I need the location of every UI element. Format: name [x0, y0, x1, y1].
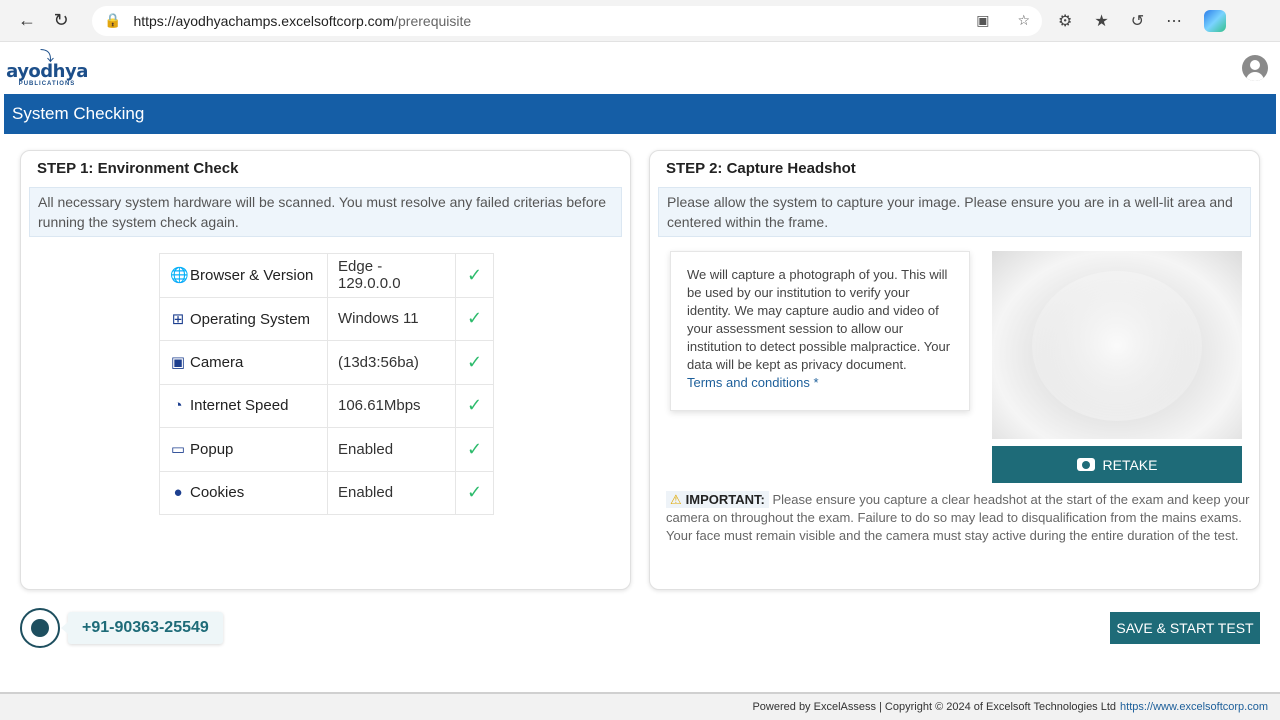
step1-title: STEP 1: Environment Check [37, 160, 239, 177]
check-label-cell: ▭ Popup [159, 427, 328, 472]
user-avatar-icon[interactable] [1242, 55, 1268, 81]
step1-info: All necessary system hardware will be sc… [29, 187, 622, 237]
url-path: /prerequisite [394, 12, 472, 29]
speedometer-icon: ◔ [173, 397, 183, 415]
retake-label: RETAKE [1102, 456, 1158, 473]
retake-button[interactable]: RETAKE [992, 446, 1242, 483]
windows-icon: ⊞ [171, 310, 185, 328]
bottom-bar: +91-90363-25549 SAVE & START TEST [20, 608, 1260, 648]
star-icon[interactable]: ☆ [1017, 12, 1030, 29]
logo-sub: PUBLICATIONS [18, 81, 76, 87]
checkmark-icon: ✓ [466, 264, 483, 285]
camera-icon: ▣ [170, 354, 186, 372]
extensions-icon[interactable]: ⚙ [1058, 11, 1072, 31]
check-row: ▣ Camera (13d3:56ba) ✓ [159, 340, 494, 385]
globe-icon: 🌐 [170, 267, 189, 285]
favorites-icon[interactable]: ★ [1094, 11, 1108, 31]
check-label: Browser & Version [190, 267, 314, 285]
save-start-test-button[interactable]: SAVE & START TEST [1110, 612, 1260, 644]
important-notice: ⚠ IMPORTANT: Please ensure you capture a … [658, 491, 1251, 545]
video-camera-icon[interactable]: ▣ [976, 12, 989, 29]
check-value: 106.61Mbps [327, 383, 456, 428]
check-label: Internet Speed [190, 397, 289, 415]
camera-icon [1076, 458, 1095, 471]
check-value: Windows 11 [327, 296, 456, 341]
check-status-cell: ✓ [455, 427, 494, 472]
monitor-icon: ▭ [170, 441, 186, 459]
check-row: ● Cookies Enabled ✓ [159, 470, 494, 515]
more-menu-icon[interactable]: ⋯ [1166, 11, 1182, 31]
check-row: ◔ Internet Speed 106.61Mbps ✓ [159, 383, 494, 428]
warning-icon: ⚠ [670, 492, 682, 507]
camera-preview [992, 251, 1242, 439]
check-value: Enabled [327, 427, 456, 472]
important-tag-text: IMPORTANT: [685, 492, 765, 507]
copilot-icon[interactable] [1204, 9, 1227, 32]
important-tag: ⚠ IMPORTANT: [666, 491, 769, 508]
check-label-cell: 🌐Browser & Version [159, 253, 328, 298]
checkmark-icon: ✓ [466, 351, 483, 372]
footer: Powered by ExcelAssess | Copyright © 202… [0, 692, 1280, 720]
consent-text: We will capture a photograph of you. Thi… [687, 267, 951, 372]
footer-link[interactable]: https://www.excelsoftcorp.com [1120, 701, 1268, 713]
check-status-cell: ✓ [455, 340, 494, 385]
cookie-icon: ● [173, 484, 183, 502]
step2-info: Please allow the system to capture your … [658, 187, 1251, 237]
check-row: ⊞ Operating System Windows 11 ✓ [159, 296, 494, 341]
check-label: Camera [190, 354, 244, 372]
lock-icon: 🔒 [104, 12, 122, 28]
address-bar[interactable]: 🔒 https://ayodhyachamps.excelsoftcorp.co… [92, 5, 1042, 36]
support-contact: +91-90363-25549 [20, 608, 223, 648]
support-phone[interactable]: +91-90363-25549 [61, 612, 223, 644]
environment-check-panel: STEP 1: Environment Check All necessary … [20, 150, 631, 590]
check-label-cell: ◔ Internet Speed [159, 383, 328, 428]
url-host: https://ayodhyachamps.excelsoftcorp.com [133, 12, 395, 29]
refresh-icon[interactable]: ↻ [44, 4, 78, 38]
check-value: Edge - 129.0.0.0 [327, 253, 456, 298]
checkmark-icon: ✓ [466, 438, 483, 459]
check-row: 🌐Browser & Version Edge - 129.0.0.0 ✓ [159, 253, 494, 298]
check-status-cell: ✓ [455, 470, 494, 515]
checkmark-icon: ✓ [466, 395, 483, 416]
consent-box: We will capture a photograph of you. Thi… [670, 251, 970, 411]
page-title-bar: System Checking [4, 94, 1276, 134]
check-status-cell: ✓ [455, 253, 494, 298]
app-header: ⤵ ayodhya PUBLICATIONS [0, 42, 1280, 94]
logo: ⤵ ayodhya PUBLICATIONS [6, 49, 88, 87]
main-content: STEP 1: Environment Check All necessary … [0, 134, 1280, 590]
environment-check-table: 🌐Browser & Version Edge - 129.0.0.0 ✓ ⊞ Oper… [159, 253, 494, 515]
check-label-cell: ⊞ Operating System [159, 296, 328, 341]
checkmark-icon: ✓ [466, 308, 483, 329]
terms-link[interactable]: Terms and conditions * [687, 375, 819, 390]
logo-brand: ayodhya [6, 61, 88, 82]
page-title: System Checking [12, 104, 145, 123]
check-label-cell: ● Cookies [159, 470, 328, 515]
check-label: Cookies [190, 484, 245, 502]
support-agent-icon [20, 608, 60, 648]
step2-title: STEP 2: Capture Headshot [666, 160, 856, 177]
check-status-cell: ✓ [455, 383, 494, 428]
check-status-cell: ✓ [455, 296, 494, 341]
check-row: ▭ Popup Enabled ✓ [159, 427, 494, 472]
back-arrow-icon[interactable]: ← [10, 4, 44, 38]
history-icon[interactable]: ↺ [1131, 11, 1144, 31]
check-value: Enabled [327, 470, 456, 515]
check-label-cell: ▣ Camera [159, 340, 328, 385]
footer-text: Powered by ExcelAssess | Copyright © 202… [752, 701, 1117, 713]
capture-headshot-panel: STEP 2: Capture Headshot Please allow th… [649, 150, 1260, 590]
checkmark-icon: ✓ [466, 482, 483, 503]
check-value: (13d3:56ba) [327, 340, 456, 385]
user-area[interactable] [1242, 55, 1268, 81]
browser-toolbar: ← ↻ 🔒 https://ayodhyachamps.excelsoftcor… [0, 0, 1280, 42]
check-label: Popup [190, 441, 234, 459]
check-label: Operating System [190, 310, 311, 328]
